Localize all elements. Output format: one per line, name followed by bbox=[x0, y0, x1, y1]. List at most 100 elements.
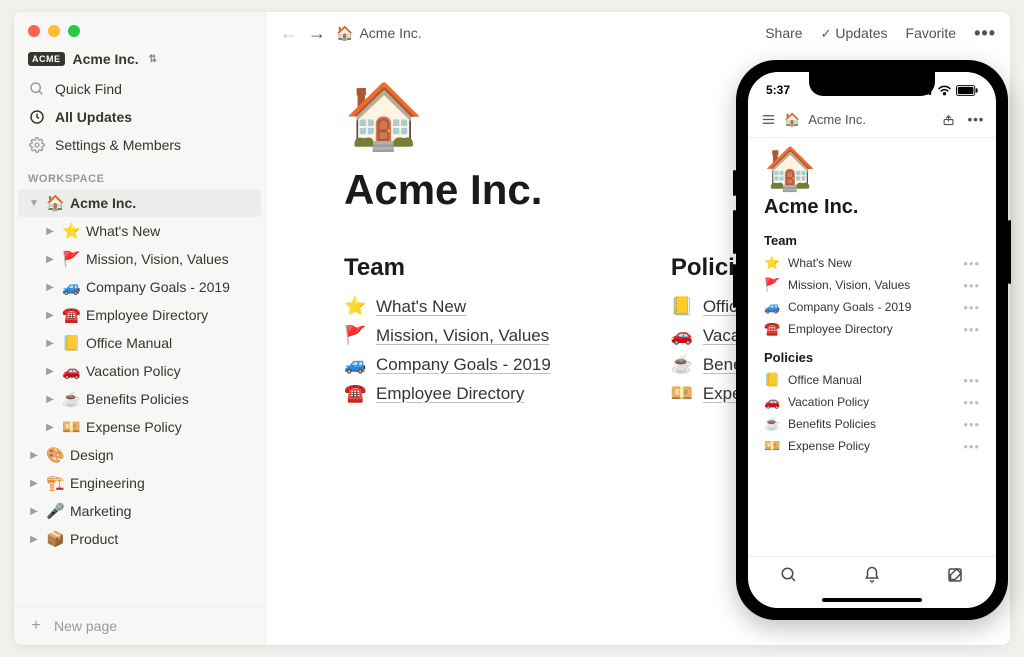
page-link[interactable]: ☎️Employee Directory bbox=[344, 379, 551, 408]
column-heading[interactable]: Team bbox=[344, 254, 551, 282]
house-icon: 🏠 bbox=[46, 194, 64, 212]
page-icon[interactable]: 🏠 bbox=[764, 148, 980, 190]
chevron-right-icon[interactable]: ▶ bbox=[28, 534, 40, 545]
page-emoji-icon: ☎️ bbox=[764, 321, 780, 337]
favorite-button[interactable]: Favorite bbox=[906, 25, 957, 41]
mobile-breadcrumb[interactable]: Acme Inc. bbox=[808, 112, 866, 127]
mobile-section-heading[interactable]: Policies bbox=[764, 350, 980, 365]
minimize-icon[interactable] bbox=[48, 25, 60, 37]
wifi-icon bbox=[937, 85, 952, 96]
phone-screen: 5:37 🏠 Acme Inc. ••• 🏠 Acme Inc. bbox=[748, 72, 996, 608]
page-emoji-icon: 🚗 bbox=[62, 362, 80, 380]
more-icon[interactable]: ••• bbox=[963, 439, 980, 454]
page-emoji-icon: 🚩 bbox=[344, 325, 366, 346]
quick-find-button[interactable]: Quick Find bbox=[14, 75, 265, 103]
more-icon[interactable]: ••• bbox=[963, 278, 980, 293]
chevron-right-icon[interactable]: ▶ bbox=[44, 422, 56, 433]
sidebar-item[interactable]: ▶📒Office Manual bbox=[14, 329, 265, 357]
more-icon[interactable]: ••• bbox=[963, 395, 980, 410]
sidebar-item[interactable]: ▶🎤Marketing bbox=[14, 497, 265, 525]
more-icon[interactable]: ••• bbox=[963, 256, 980, 271]
page-emoji-icon: 📒 bbox=[671, 296, 693, 317]
mobile-page-link[interactable]: 🚙Company Goals - 2019••• bbox=[764, 296, 980, 318]
sidebar-item[interactable]: ▶📦Product bbox=[14, 525, 265, 553]
sidebar-item[interactable]: ▶☎️Employee Directory bbox=[14, 301, 265, 329]
new-page-button[interactable]: + New page bbox=[14, 606, 265, 645]
sidebar-item-label: Benefits Policies bbox=[86, 391, 189, 407]
page-emoji-icon: 🎨 bbox=[46, 446, 64, 464]
more-icon[interactable]: ••• bbox=[963, 417, 980, 432]
mobile-topbar: 🏠 Acme Inc. ••• bbox=[748, 102, 996, 138]
sidebar-item[interactable]: ▶🚩Mission, Vision, Values bbox=[14, 245, 265, 273]
page-emoji-icon: ☕ bbox=[671, 354, 693, 375]
back-button[interactable]: ← bbox=[280, 23, 298, 44]
mobile-link-label: Benefits Policies bbox=[788, 417, 876, 431]
page-emoji-icon: ☎️ bbox=[62, 306, 80, 324]
workspace-switcher[interactable]: ACME Acme Inc. ⇅ bbox=[14, 37, 265, 75]
sidebar-item[interactable]: ▶🏗️Engineering bbox=[14, 469, 265, 497]
chevron-right-icon[interactable]: ▶ bbox=[44, 366, 56, 377]
sidebar-item[interactable]: ▶💴Expense Policy bbox=[14, 413, 265, 441]
chevron-right-icon[interactable]: ▶ bbox=[44, 338, 56, 349]
status-time: 5:37 bbox=[766, 83, 790, 97]
page-link[interactable]: 🚙Company Goals - 2019 bbox=[344, 350, 551, 379]
mobile-page-link[interactable]: ⭐What's New••• bbox=[764, 252, 980, 274]
mobile-page-link[interactable]: ☕Benefits Policies••• bbox=[764, 413, 980, 435]
sidebar-item-label: Expense Policy bbox=[86, 419, 182, 435]
page-link[interactable]: 🚩 Mission, Vision, Values bbox=[344, 321, 551, 350]
menu-icon[interactable] bbox=[760, 112, 776, 127]
sidebar-item[interactable]: ▶⭐What's New bbox=[14, 217, 265, 245]
sidebar-item-acme[interactable]: ▼ 🏠 Acme Inc. bbox=[18, 189, 261, 217]
chevron-right-icon[interactable]: ▶ bbox=[44, 226, 56, 237]
sidebar-item[interactable]: ▶🚙Company Goals - 2019 bbox=[14, 273, 265, 301]
sidebar-item[interactable]: ▶🚗Vacation Policy bbox=[14, 357, 265, 385]
page-emoji-icon: 📦 bbox=[46, 530, 64, 548]
mobile-page-link[interactable]: 🚗Vacation Policy••• bbox=[764, 391, 980, 413]
mobile-page-link[interactable]: 📒Office Manual••• bbox=[764, 369, 980, 391]
chevron-right-icon[interactable]: ▶ bbox=[44, 282, 56, 293]
chevron-right-icon[interactable]: ▶ bbox=[28, 478, 40, 489]
more-icon[interactable]: ••• bbox=[963, 300, 980, 315]
sidebar-item[interactable]: ▶ 🎨 Design bbox=[14, 441, 265, 469]
chevron-right-icon[interactable]: ▶ bbox=[28, 450, 40, 461]
settings-button[interactable]: Settings & Members bbox=[14, 131, 265, 159]
page-emoji-icon: 🎤 bbox=[46, 502, 64, 520]
chevron-right-icon[interactable]: ▶ bbox=[44, 310, 56, 321]
page-emoji-icon: 💴 bbox=[671, 383, 693, 404]
page-title[interactable]: Acme Inc. bbox=[764, 196, 980, 219]
maximize-icon[interactable] bbox=[68, 25, 80, 37]
bell-icon[interactable] bbox=[863, 566, 881, 589]
more-icon[interactable]: ••• bbox=[968, 112, 984, 127]
updates-button[interactable]: ✓ Updates bbox=[821, 25, 888, 42]
page-link-label: What's New bbox=[376, 297, 466, 317]
share-icon[interactable] bbox=[940, 112, 956, 127]
sidebar-item[interactable]: ▶☕Benefits Policies bbox=[14, 385, 265, 413]
page-link-label: Mission, Vision, Values bbox=[376, 326, 549, 346]
more-icon[interactable]: ••• bbox=[974, 23, 996, 44]
more-icon[interactable]: ••• bbox=[963, 322, 980, 337]
phone-side-button bbox=[1008, 220, 1011, 284]
sidebar-item-label: Design bbox=[70, 447, 114, 463]
share-button[interactable]: Share bbox=[765, 25, 802, 41]
mobile-section-heading[interactable]: Team bbox=[764, 233, 980, 248]
search-icon[interactable] bbox=[780, 566, 798, 589]
chevron-right-icon[interactable]: ▶ bbox=[28, 506, 40, 517]
mobile-link-label: Office Manual bbox=[788, 373, 862, 387]
all-updates-button[interactable]: All Updates bbox=[14, 103, 265, 131]
breadcrumb[interactable]: 🏠 Acme Inc. bbox=[336, 25, 422, 42]
close-icon[interactable] bbox=[28, 25, 40, 37]
compose-icon[interactable] bbox=[946, 566, 964, 589]
chevron-right-icon[interactable]: ▶ bbox=[44, 394, 56, 405]
search-icon bbox=[28, 81, 45, 97]
more-icon[interactable]: ••• bbox=[963, 373, 980, 388]
page-emoji-icon: 📒 bbox=[62, 334, 80, 352]
page-link-label: Company Goals - 2019 bbox=[376, 355, 551, 375]
mobile-page-link[interactable]: 🚩Mission, Vision, Values••• bbox=[764, 274, 980, 296]
window-controls bbox=[14, 12, 265, 37]
mobile-page-link[interactable]: 💴Expense Policy••• bbox=[764, 435, 980, 457]
page-link[interactable]: ⭐What's New bbox=[344, 292, 551, 321]
chevron-down-icon[interactable]: ▼ bbox=[28, 198, 40, 209]
chevron-right-icon[interactable]: ▶ bbox=[44, 254, 56, 265]
mobile-page-link[interactable]: ☎️Employee Directory••• bbox=[764, 318, 980, 340]
forward-button[interactable]: → bbox=[308, 23, 326, 44]
